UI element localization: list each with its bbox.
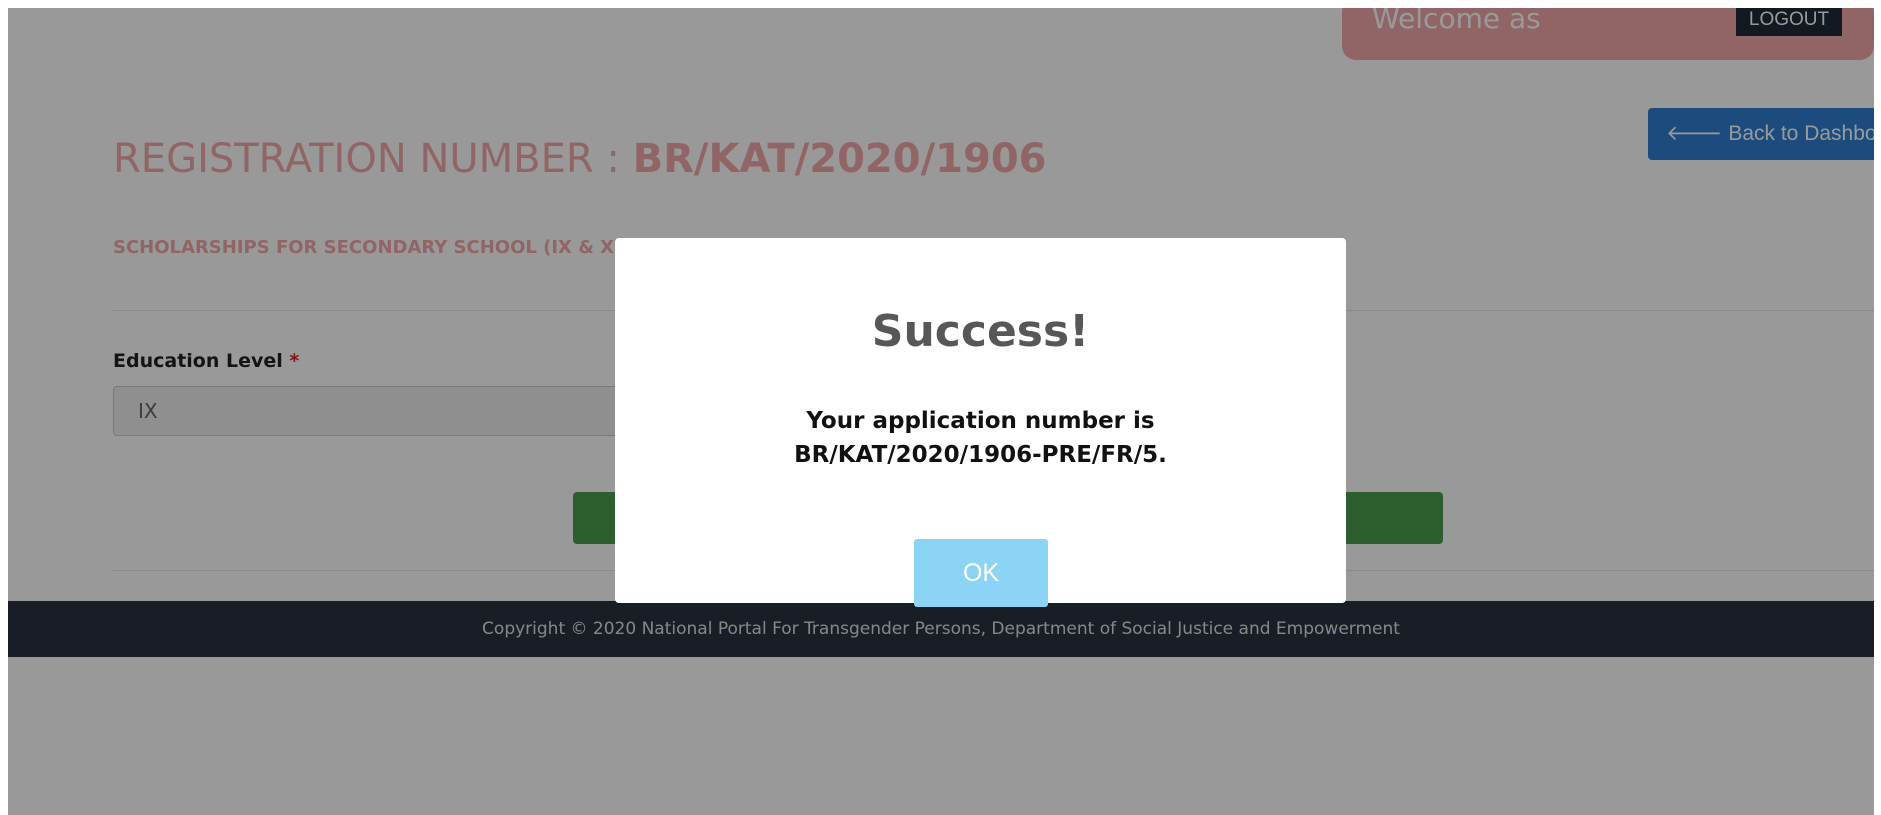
ok-button[interactable]: OK — [914, 539, 1048, 607]
page-frame: Welcome as LOGOUT 🡐Back to Dashboard REG… — [8, 8, 1874, 815]
success-dialog: Success! Your application number is BR/K… — [615, 238, 1346, 607]
dialog-title: Success! — [871, 306, 1090, 357]
dialog-message: Your application number is BR/KAT/2020/1… — [794, 408, 1167, 468]
